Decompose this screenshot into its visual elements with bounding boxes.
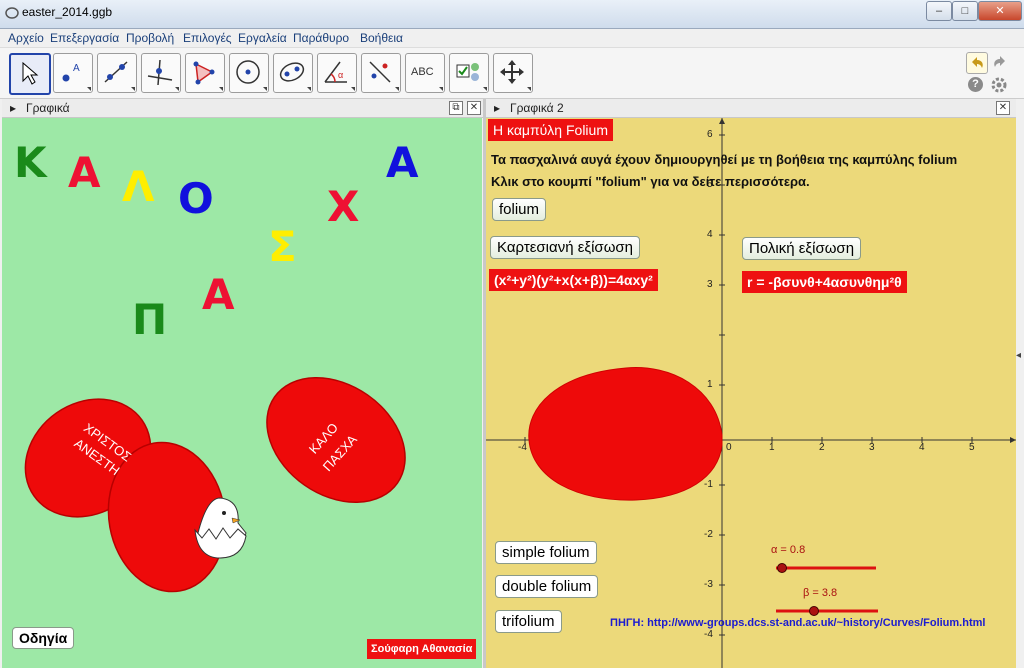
y-tick-neg2: -2: [704, 529, 713, 540]
graphics2-panel-header: ▸ Γραφικά 2 ✕: [486, 99, 1016, 118]
ellipse-icon: [279, 62, 305, 82]
instructions-button[interactable]: Οδηγία: [12, 627, 75, 649]
y-tick-6: 6: [707, 129, 713, 140]
slider-alpha-track: [776, 563, 876, 573]
window-title: easter_2014.ggb: [22, 5, 113, 19]
simple-folium-button[interactable]: simple folium: [495, 541, 597, 564]
folium-title: Η καμπύλη Folium: [488, 119, 613, 141]
folium-button[interactable]: folium: [492, 198, 547, 221]
y-tick-4: 4: [707, 229, 713, 240]
panel-toggle-icon[interactable]: ▸: [10, 101, 16, 115]
window-titlebar: easter_2014.ggb – □ ✕: [0, 0, 1024, 29]
circle-icon: [236, 60, 260, 84]
eggs-drawing: [24, 376, 406, 593]
source-link[interactable]: ΠΗΓΗ: http://www-groups.dcs.st-and.ac.uk…: [610, 617, 985, 629]
text-tool[interactable]: ABC: [405, 53, 445, 93]
right-edge-bar: ◂: [1016, 118, 1024, 668]
polar-equation-label: r = -βσυνθ+4ασυνθημ²θ: [742, 271, 907, 293]
graphics-view-1[interactable]: Κ Α Λ Ο Π Α Σ Χ Α ΧΡΙΣΤΟΣ ΑΝΕΣΤΗ ΚΑΛΟ ΠΑ…: [2, 118, 482, 668]
y-tick-neg4: -4: [704, 629, 713, 640]
checkbox-icon: [456, 63, 479, 81]
redo-button[interactable]: [990, 52, 1010, 72]
polygon-icon: [193, 61, 215, 85]
redo-icon: [994, 56, 1005, 67]
graphics-panel-title: Γραφικά: [26, 101, 70, 115]
move-view-tool[interactable]: [493, 53, 533, 93]
slider-beta-label: β = 3.8: [803, 587, 838, 599]
svg-text:α: α: [338, 70, 343, 80]
slider-beta-track: [776, 606, 878, 616]
menu-options[interactable]: Επιλογές: [183, 31, 232, 45]
perpendicular-tool[interactable]: [141, 53, 181, 93]
angle-tool[interactable]: α: [317, 53, 357, 93]
intro-text-line2: Κλικ στο κουμπί "folium" για να δείτε πε…: [491, 174, 810, 189]
settings-gear-icon[interactable]: [991, 77, 1007, 93]
toolbar: A α ABC ?: [0, 48, 1024, 99]
x-tick-2: 2: [819, 442, 825, 453]
x-tick-0: 0: [726, 442, 732, 453]
polygon-tool[interactable]: [185, 53, 225, 93]
y-tick-neg3: -3: [704, 579, 713, 590]
menu-tools[interactable]: Εργαλεία: [238, 31, 287, 45]
line-tool[interactable]: [97, 53, 137, 93]
x-tick-neg4: -4: [518, 442, 527, 453]
undo-icon: [972, 57, 983, 68]
cartesian-equation-label: (x²+y²)(y²+x(x+β))=4αxy²: [489, 269, 658, 291]
author-label: Σούφαρη Αθανασία: [367, 639, 477, 659]
point-tool[interactable]: A: [53, 53, 93, 93]
svg-text:A: A: [73, 63, 80, 74]
intro-text-line1: Τα πασχαλινά αυγά έχουν δημιουργηθεί με …: [491, 152, 958, 167]
undo-button[interactable]: [966, 52, 988, 74]
conic-tool[interactable]: [273, 53, 313, 93]
angle-icon: α: [324, 61, 347, 83]
cursor-arrow-icon: [22, 61, 39, 85]
circle-tool[interactable]: [229, 53, 269, 93]
double-folium-button[interactable]: double folium: [495, 575, 599, 598]
reflect-tool[interactable]: [361, 53, 401, 93]
menu-file[interactable]: Αρχείο: [8, 31, 44, 45]
y-tick-neg1: -1: [704, 479, 713, 490]
minimize-button[interactable]: –: [926, 1, 952, 21]
move-arrows-icon: [500, 60, 524, 84]
perpendicular-line-icon: [147, 59, 173, 86]
menu-view[interactable]: Προβολή: [126, 31, 174, 45]
x-tick-4: 4: [919, 442, 925, 453]
expand-arrow-icon[interactable]: ◂: [1016, 350, 1021, 361]
geogebra-icon: [5, 7, 19, 19]
checkbox-tool[interactable]: [449, 53, 489, 93]
move-tool[interactable]: [9, 53, 51, 95]
slider-alpha-label: α = 0.8: [771, 544, 806, 556]
cartesian-equation-button[interactable]: Καρτεσιανή εξίσωση: [490, 236, 641, 259]
x-tick-3: 3: [869, 442, 875, 453]
graphics-panel-header: ▸ Γραφικά ⧉ ✕: [2, 99, 483, 118]
menu-window[interactable]: Παράθυρο: [293, 31, 349, 45]
maximize-button[interactable]: □: [952, 1, 978, 21]
close-panel2-button[interactable]: ✕: [996, 101, 1010, 115]
folium-curve: [528, 367, 723, 501]
y-tick-1: 1: [707, 379, 713, 390]
undock-icon[interactable]: ⧉: [449, 101, 463, 115]
polar-equation-button[interactable]: Πολική εξίσωση: [742, 237, 862, 260]
graphics-view-2[interactable]: -4 0 1 2 3 4 5 6 5 4 3 1 -1 -2 -3 -4 Η κ…: [486, 118, 1016, 668]
x-tick-1: 1: [769, 442, 775, 453]
menu-bar: Αρχείο Επεξεργασία Προβολή Επιλογές Εργα…: [0, 29, 1024, 48]
graphics2-panel-title: Γραφικά 2: [510, 101, 564, 115]
line-icon: [104, 61, 128, 83]
x-tick-5: 5: [969, 442, 975, 453]
y-tick-3: 3: [707, 279, 713, 290]
reflect-icon: [369, 61, 391, 83]
close-window-button[interactable]: ✕: [978, 1, 1022, 21]
close-panel-button[interactable]: ✕: [467, 101, 481, 115]
text-tool-label: ABC: [411, 66, 434, 78]
panel2-toggle-icon[interactable]: ▸: [494, 101, 500, 115]
help-icon[interactable]: ?: [968, 77, 983, 92]
menu-help[interactable]: Βοήθεια: [360, 31, 403, 45]
menu-edit[interactable]: Επεξεργασία: [50, 31, 119, 45]
trifolium-button[interactable]: trifolium: [495, 610, 562, 633]
point-icon: A: [62, 63, 80, 82]
